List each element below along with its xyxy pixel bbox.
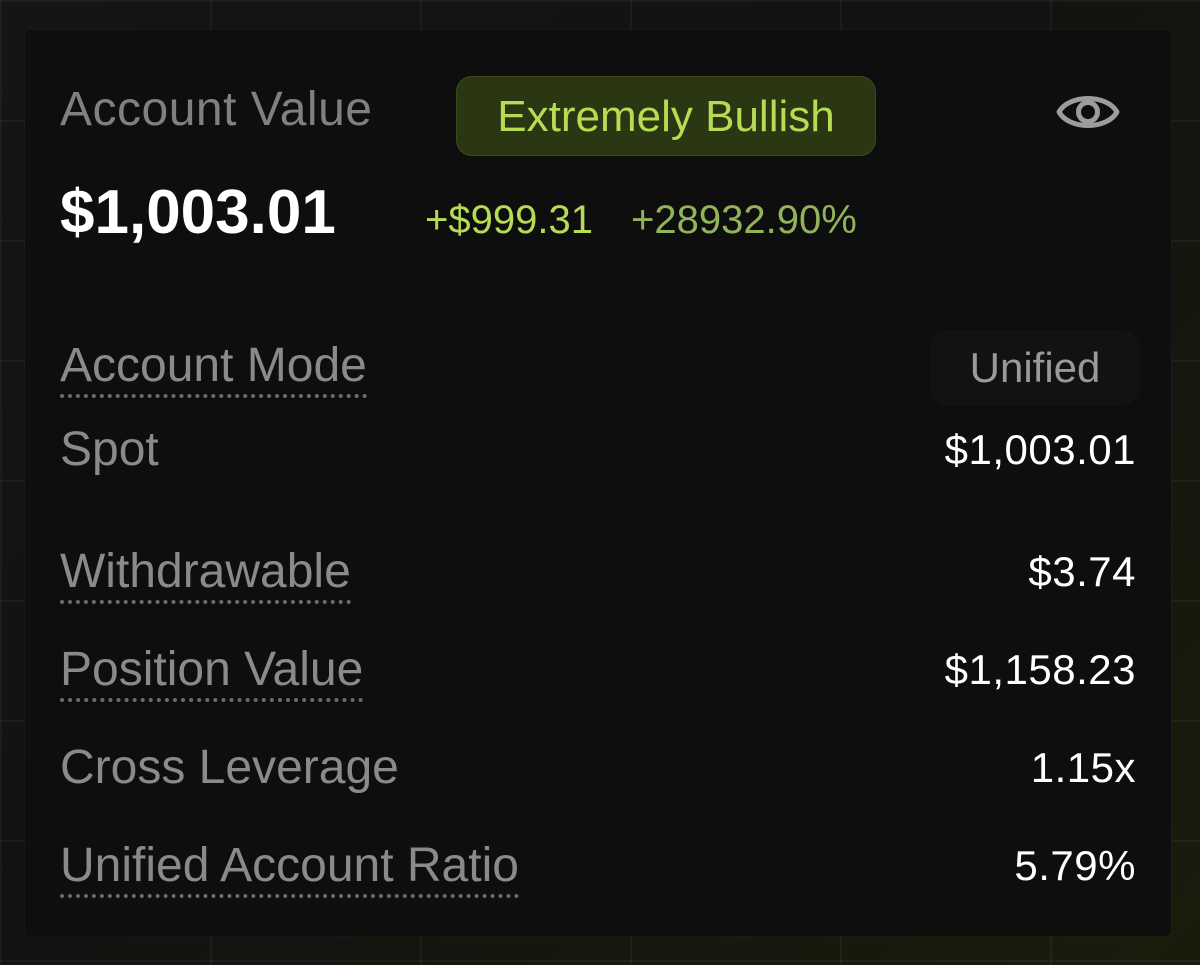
cross-leverage-label: Cross Leverage: [60, 741, 399, 794]
pnl-amount: +$999.31: [425, 198, 593, 242]
unified-account-ratio-value: 5.79%: [1014, 842, 1136, 889]
account-value-amount: $1,003.01: [60, 178, 336, 247]
cross-leverage-value: 1.15x: [1030, 744, 1136, 791]
sentiment-badge: Extremely Bullish: [456, 76, 876, 156]
unified-account-ratio-label[interactable]: Unified Account Ratio: [60, 838, 519, 898]
account-mode-toggle[interactable]: Unified: [932, 332, 1138, 404]
eye-icon[interactable]: [1055, 86, 1121, 138]
account-summary-card: Account Value Extremely Bullish $1,003.0…: [25, 30, 1171, 936]
spot-value: $1,003.01: [944, 426, 1136, 473]
withdrawable-value: $3.74: [1028, 548, 1136, 595]
position-value-amount: $1,158.23: [944, 646, 1136, 693]
position-value-label[interactable]: Position Value: [60, 642, 364, 702]
spot-label: Spot: [60, 423, 159, 476]
pnl-percent: +28932.90%: [631, 198, 857, 242]
account-value-title: Account Value: [60, 83, 373, 136]
account-mode-label[interactable]: Account Mode: [60, 338, 367, 398]
eye-icon-graphic: [1056, 96, 1120, 128]
withdrawable-label[interactable]: Withdrawable: [60, 544, 351, 604]
